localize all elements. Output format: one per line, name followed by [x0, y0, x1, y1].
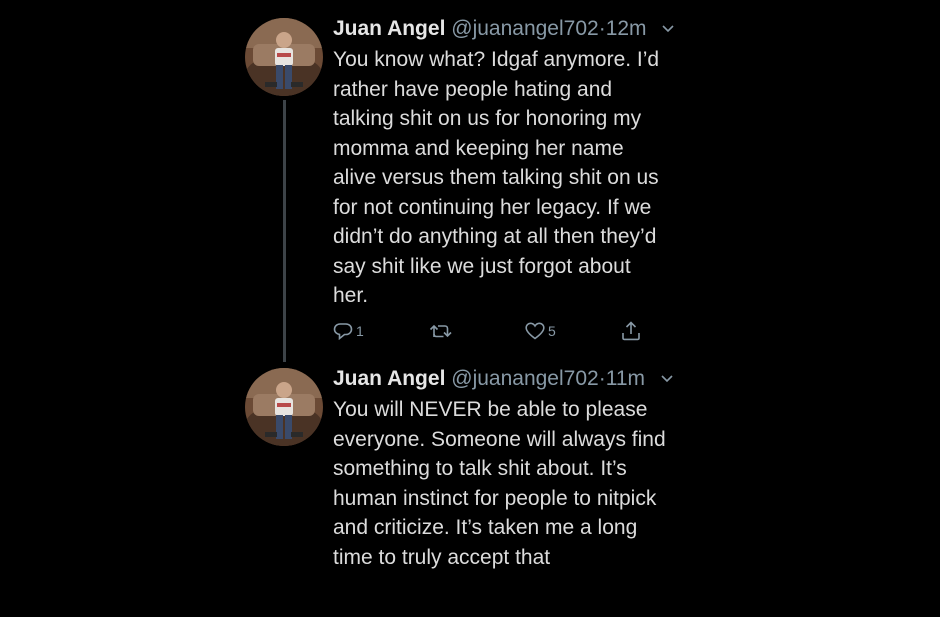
reply-icon	[333, 322, 353, 340]
tweet-header: Juan Angel @juanangel702·11m	[333, 364, 713, 394]
chevron-down-icon[interactable]	[661, 362, 673, 392]
retweet-icon	[429, 322, 453, 340]
author-handle[interactable]: @juanangel702	[451, 367, 598, 390]
separator: ·	[598, 367, 606, 390]
thread-connector-line	[283, 100, 286, 362]
like-count: 5	[548, 323, 556, 339]
reply-count: 1	[356, 323, 364, 339]
share-button[interactable]	[621, 320, 641, 342]
like-button[interactable]: 5	[525, 320, 556, 342]
author-name[interactable]: Juan Angel	[333, 17, 445, 40]
tweet-text: You will NEVER be able to please everyon…	[333, 398, 666, 569]
timestamp[interactable]: 11m	[606, 367, 645, 390]
reply-button[interactable]: 1	[333, 320, 364, 342]
tweet-actions: 1 5	[333, 320, 653, 342]
separator: ·	[598, 17, 606, 40]
author-handle[interactable]: @juanangel702	[451, 17, 598, 40]
retweet-button[interactable]	[429, 320, 453, 342]
timestamp[interactable]: 12m	[606, 17, 647, 40]
tweet-header: Juan Angel @juanangel702·12m	[333, 14, 713, 44]
tweet-content: Juan Angel @juanangel702·12m You know wh…	[333, 14, 713, 341]
avatar[interactable]	[245, 18, 323, 96]
share-icon	[621, 321, 641, 341]
heart-icon	[525, 322, 545, 340]
chevron-down-icon[interactable]	[662, 12, 674, 42]
tweet-text: You know what? Idgaf anymore. I’d rather…	[333, 48, 660, 307]
author-name[interactable]: Juan Angel	[333, 367, 445, 390]
avatar[interactable]	[245, 368, 323, 446]
tweet-content: Juan Angel @juanangel702·11m You will NE…	[333, 364, 713, 572]
